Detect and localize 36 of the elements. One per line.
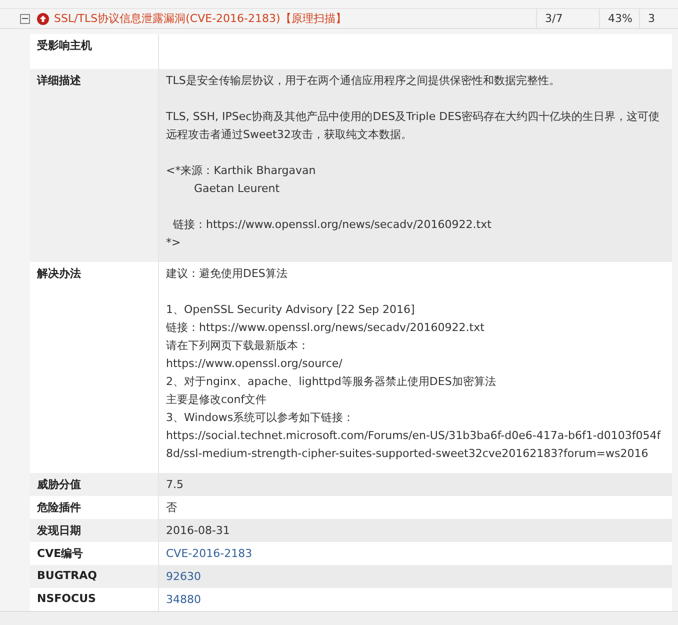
value-text: https://social.technet.microsoft.com/Forums/en-US/31b3ba6f-d0e6-417a-b6f1-d0103f054f8d/ssl-medium-strength-cipher-suites-supported-sweet32cve20162183?forum=ws2016 bbox=[166, 428, 662, 462]
value-text: 否 bbox=[166, 500, 178, 516]
vulnerability-title[interactable]: SSL/TLS协议信息泄露漏洞(CVE-2016-2183)【原理扫描】 bbox=[54, 11, 346, 26]
value-text: 2、对于nginx、apache、lighttpd等服务器禁止使用DES加密算法 bbox=[166, 374, 497, 390]
value-text: 2016-08-31 bbox=[166, 523, 231, 539]
value-text: <*来源：Karthik Bhargavan bbox=[166, 163, 317, 179]
value-link[interactable]: 92630 bbox=[166, 568, 665, 586]
field-label: 解决办法 bbox=[37, 267, 81, 280]
value-text: TLS, SSH, IPSec协商及其他产品中使用的DES及Triple DES密码存在大约四十亿块的生日界，这可使远程攻击者通过Sweet32攻击，获取纯文本数据。 bbox=[166, 109, 661, 143]
value-text: https://www.openssl.org/source/ bbox=[166, 356, 344, 372]
value-text: 链接：https://www.openssl.org/news/secadv/20160922.txt bbox=[172, 217, 492, 233]
value-text: 1、OpenSSL Security Advisory [22 Sep 2016] bbox=[166, 302, 416, 318]
value-text: 建议：避免使用DES算法 bbox=[166, 266, 288, 282]
table-cell-text: 3 bbox=[647, 11, 656, 27]
field-label: 发现日期 bbox=[37, 524, 81, 537]
field-label: 危险插件 bbox=[37, 501, 81, 514]
field-label: BUGTRAQ bbox=[37, 569, 97, 582]
value-link[interactable]: 34880 bbox=[166, 591, 665, 609]
field-label: 威胁分值 bbox=[37, 478, 81, 491]
field-label: 详细描述 bbox=[37, 74, 81, 87]
table-cell: 3/7 bbox=[537, 9, 600, 28]
field-label: NSFOCUS bbox=[37, 592, 96, 605]
high-risk-icon bbox=[37, 12, 49, 24]
value-text: 主要是修改conf文件 bbox=[166, 392, 268, 408]
field-label: 受影响主机 bbox=[37, 39, 92, 52]
value-text: Gaetan Leurent bbox=[192, 181, 281, 197]
value-text: 请在下列网页下载最新版本： bbox=[166, 338, 310, 354]
value-text: *> bbox=[166, 235, 182, 251]
value-link[interactable]: CVE-2016-2183 bbox=[166, 545, 665, 563]
value-text: 链接：https://www.openssl.org/news/secadv/20160922.txt bbox=[166, 320, 486, 336]
table-cell: 43% bbox=[600, 9, 640, 28]
collapse-toggle-icon[interactable] bbox=[20, 14, 30, 24]
value-text: TLS是安全传输层协议，用于在两个通信应用程序之间提供保密性和数据完整性。 bbox=[166, 73, 561, 89]
value-text: 7.5 bbox=[166, 477, 184, 493]
value-text: 3、Windows系统可以参考如下链接： bbox=[166, 410, 356, 426]
field-label: CVE编号 bbox=[37, 547, 84, 560]
